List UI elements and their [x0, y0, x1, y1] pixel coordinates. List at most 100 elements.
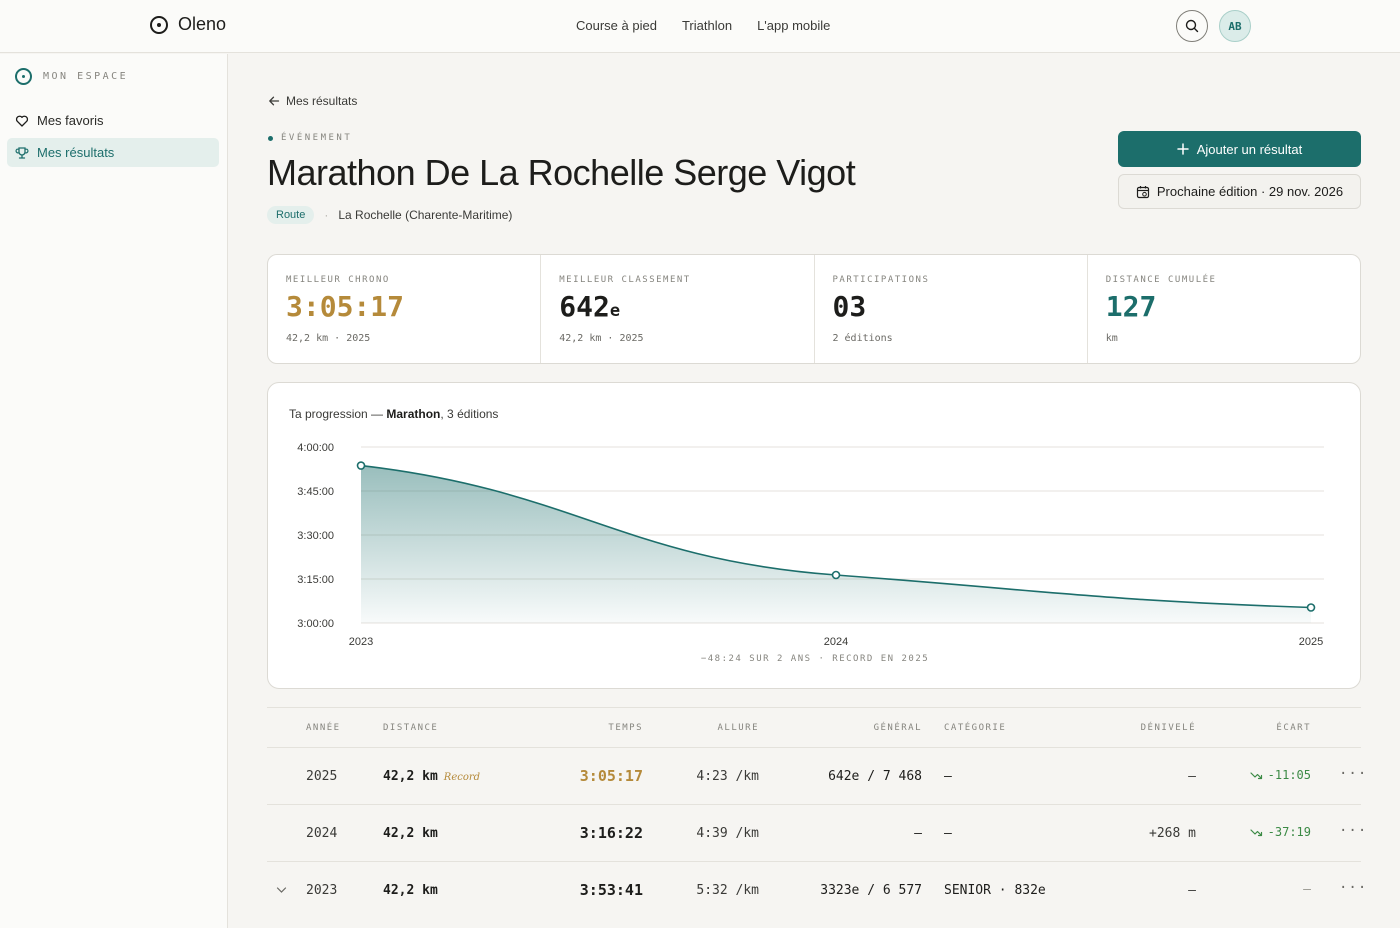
search-icon [1185, 19, 1199, 33]
avatar[interactable]: AB [1219, 10, 1251, 42]
calendar-icon [1136, 185, 1149, 198]
more-options-icon[interactable]: ··· [1339, 880, 1367, 896]
page-title: Marathon De La Rochelle Serge Vigot [267, 152, 856, 193]
y-tick-label: 3:00:00 [297, 618, 334, 630]
eyebrow: ÉVÉNEMENT [268, 133, 352, 143]
col-pace: ALLURE [717, 723, 759, 733]
x-tick-label: 2025 [1299, 636, 1323, 648]
sidebar-item-favorites[interactable]: Mes favoris [7, 106, 219, 135]
stat-label: MEILLEUR CHRONO [286, 275, 390, 285]
sidebar-item-results[interactable]: Mes résultats [7, 138, 219, 167]
series-area [361, 465, 1311, 623]
sidebar-item-label: Mes résultats [37, 145, 115, 160]
stat-suffix: e [609, 301, 621, 321]
brand-name: Oleno [178, 14, 227, 34]
table-header: ANNÉE DISTANCE TEMPS ALLURE GÉNÉRAL CATÉ… [267, 708, 1361, 748]
col-overall: GÉNÉRAL [873, 723, 922, 733]
col-gap: ÉCART [1276, 723, 1311, 733]
cell-year: 2023 [306, 883, 338, 898]
x-tick-label: 2024 [824, 636, 848, 648]
col-time: TEMPS [608, 723, 643, 733]
top-bar: Oleno Course à pied Triathlon L'app mobi… [0, 0, 1400, 53]
event-type-tag: Route [267, 206, 315, 224]
next-edition-label: Prochaine édition · 29 nov. 2026 [1156, 184, 1344, 199]
col-elevation: DÉNIVELÉ [1140, 723, 1196, 733]
y-tick-label: 4:00:00 [297, 442, 334, 454]
nav-mobile-app[interactable]: L'app mobile [757, 18, 830, 33]
sidebar-title: MON ESPACE [43, 71, 129, 82]
eyebrow-label: ÉVÉNEMENT [281, 133, 353, 143]
cell-elevation: +268 m [1149, 826, 1196, 841]
cell-time: 3:05:17 [579, 767, 643, 785]
sidebar: MON ESPACE Mes favoris Mes résultats [0, 54, 228, 928]
x-tick-label: 2023 [349, 636, 373, 648]
table-body: 2025 42,2 km Record 3:05:17 4:23 /km 642e / 7… [267, 748, 1366, 919]
results-table: ANNÉE DISTANCE TEMPS ALLURE GÉNÉRAL CATÉ… [267, 707, 1366, 919]
nav-running[interactable]: Course à pied [576, 18, 657, 33]
stats-panel: MEILLEUR CHRONO 3:05:17 42,2 km · 2025 M… [267, 254, 1361, 364]
cell-year: 2025 [306, 769, 338, 784]
cell-gap: -11:05 [1191, 768, 1311, 782]
chevron-down-icon[interactable] [276, 886, 287, 894]
more-options-icon[interactable]: ··· [1339, 823, 1367, 839]
search-button[interactable] [1176, 10, 1208, 42]
cell-pace: 5:32 /km [696, 883, 759, 898]
back-link[interactable]: Mes résultats [268, 94, 357, 108]
trend-down-icon [1250, 772, 1262, 780]
cell-pace: 4:39 /km [696, 826, 759, 841]
cell-distance: 42,2 km Record [383, 769, 481, 784]
add-result-label: Ajouter un résultat [1196, 141, 1303, 157]
nav-triathlon[interactable]: Triathlon [682, 18, 732, 33]
next-edition-button[interactable]: Prochaine édition · 29 nov. 2026 [1118, 174, 1361, 209]
cell-distance: 42,2 km [383, 826, 438, 841]
cell-overall: – [914, 826, 922, 841]
stat-sub: 42,2 km · 2025 [286, 333, 371, 344]
chart-footnote: −48:24 SUR 2 ANS · RECORD EN 2025 [700, 654, 930, 664]
stat-label: DISTANCE CUMULÉE [1105, 275, 1217, 285]
data-point [1306, 603, 1316, 612]
cell-gap: -37:19 [1191, 825, 1311, 839]
cell-overall: 3323e / 6 577 [820, 883, 922, 898]
y-tick-label: 3:15:00 [297, 574, 334, 586]
progression-chart-card: Ta progression — Marathon, 3 éditions 4:… [267, 382, 1361, 689]
back-link-label: Mes résultats [286, 94, 358, 108]
stat-total-distance: DISTANCE CUMULÉE 127 km [1088, 255, 1360, 363]
table-row[interactable]: 2023 42,2 km 3:53:41 5:32 /km 3323e / 6 577 S… [267, 862, 1366, 919]
cell-elevation: – [1188, 769, 1196, 784]
cell-overall: 642e / 7 468 [828, 769, 922, 784]
data-point [831, 570, 841, 580]
event-meta: Route · La Rochelle (Charente-Maritime) [267, 206, 512, 224]
stat-value: 642e [559, 290, 621, 323]
space-icon [15, 68, 32, 85]
add-result-button[interactable]: Ajouter un résultat [1118, 131, 1361, 167]
stat-sub: km [1105, 333, 1118, 344]
stat-label: MEILLEUR CLASSEMENT [559, 275, 691, 285]
stat-value: 3:05:17 [286, 290, 405, 323]
main-nav: Course à pied Triathlon L'app mobile [576, 18, 830, 33]
sidebar-header: MON ESPACE [15, 68, 128, 85]
data-point [356, 461, 366, 470]
stat-label: PARTICIPATIONS [832, 275, 930, 285]
stat-sub: 2 éditions [832, 333, 893, 344]
cell-gap: – [1303, 882, 1311, 897]
more-options-icon[interactable]: ··· [1339, 766, 1367, 782]
brand-logo[interactable]: Oleno [150, 14, 226, 35]
stat-value: 127 [1105, 290, 1157, 323]
sidebar-item-label: Mes favoris [37, 113, 104, 128]
stat-value: 03 [832, 290, 867, 323]
cell-elevation: – [1188, 883, 1196, 898]
plus-icon [1176, 143, 1189, 155]
meta-separator: · [324, 208, 329, 222]
col-year: ANNÉE [306, 723, 341, 733]
cell-time: 3:53:41 [579, 881, 643, 899]
trend-down-icon [1250, 829, 1262, 837]
table-row[interactable]: 2025 42,2 km Record 3:05:17 4:23 /km 642e / 7… [267, 748, 1366, 805]
logo-icon [150, 15, 168, 34]
y-tick-label: 3:30:00 [297, 530, 334, 542]
cell-distance: 42,2 km [383, 883, 438, 898]
heart-icon [15, 115, 29, 127]
y-tick-label: 3:45:00 [297, 486, 334, 498]
cell-category: SENIOR · 832e [944, 883, 1046, 898]
col-distance: DISTANCE [383, 723, 439, 733]
table-row[interactable]: 2024 42,2 km 3:16:22 4:39 /km – – +268 m -37:19… [267, 805, 1366, 862]
